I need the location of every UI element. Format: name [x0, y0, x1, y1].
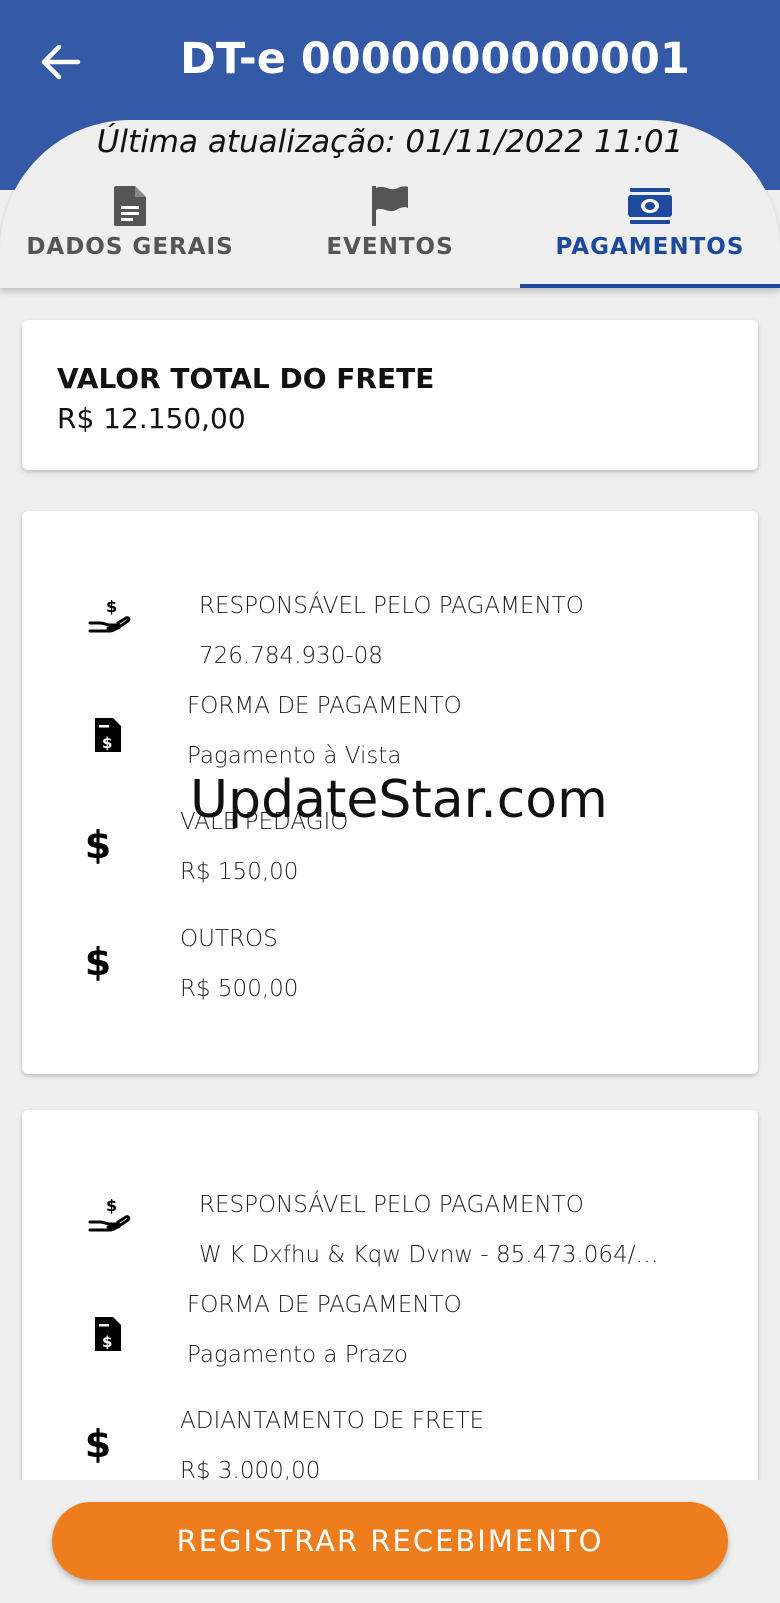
dollar-icon: $: [84, 1422, 112, 1466]
back-arrow-icon[interactable]: [36, 38, 84, 86]
payment-method-label: FORMA DE PAGAMENTO: [187, 1292, 462, 1318]
hand-money-icon: $: [86, 1192, 134, 1240]
watermark-text: UpdateStar.com: [190, 770, 608, 830]
document-icon: [112, 182, 148, 230]
register-receipt-button[interactable]: REGISTRAR RECEBIMENTO: [52, 1502, 728, 1580]
tab-dados-gerais[interactable]: DADOS GERAIS: [0, 180, 260, 288]
svg-text:$: $: [106, 1196, 117, 1215]
tab-bar: DADOS GERAIS EVENTOS PAGAMENTOS: [0, 180, 780, 288]
payment-item-value: R$ 500,00: [180, 976, 299, 1002]
tab-eventos[interactable]: EVENTOS: [260, 180, 520, 288]
tab-label: DADOS GERAIS: [26, 234, 234, 260]
page-title: DT-e 0000000000001: [180, 34, 690, 84]
invoice-icon: $: [84, 1310, 132, 1358]
flag-icon: [370, 182, 410, 230]
total-freight-title: VALOR TOTAL DO FRETE: [57, 362, 435, 395]
tab-pagamentos[interactable]: PAGAMENTOS: [520, 180, 780, 288]
payment-item-label: ADIANTAMENTO DE FRETE: [180, 1408, 485, 1434]
payment-method-value: Pagamento a Prazo: [187, 1342, 408, 1368]
payer-label: RESPONSÁVEL PELO PAGAMENTO: [199, 1192, 584, 1218]
bottom-bar: REGISTRAR RECEBIMENTO: [0, 1480, 780, 1603]
payer-value: 726.784.930-08: [199, 643, 383, 669]
invoice-icon: $: [84, 711, 132, 759]
dollar-icon: $: [84, 823, 112, 867]
svg-text:$: $: [106, 597, 117, 616]
payment-card: $ RESPONSÁVEL PELO PAGAMENTO W K Dxfhu &…: [22, 1110, 758, 1530]
tab-label: EVENTOS: [326, 234, 454, 260]
svg-text:$: $: [102, 1333, 112, 1351]
payment-method-value: Pagamento à Vista: [187, 743, 402, 769]
payer-value: W K Dxfhu & Kqw Dvnw - 85.473.064/0001-0…: [199, 1242, 669, 1268]
money-icon: [626, 182, 674, 230]
payment-item-label: OUTROS: [180, 926, 278, 952]
payment-item-value: R$ 150,00: [180, 859, 299, 885]
total-freight-card: VALOR TOTAL DO FRETE R$ 12.150,00: [22, 320, 758, 470]
active-tab-indicator: [520, 284, 780, 288]
hand-money-icon: $: [86, 593, 134, 641]
total-freight-value: R$ 12.150,00: [57, 402, 246, 435]
payer-label: RESPONSÁVEL PELO PAGAMENTO: [199, 593, 584, 619]
dollar-icon: $: [84, 940, 112, 984]
svg-text:$: $: [102, 734, 112, 752]
tab-label: PAGAMENTOS: [555, 234, 745, 260]
payment-method-label: FORMA DE PAGAMENTO: [187, 693, 462, 719]
header-panel: Última atualização: 01/11/2022 11:01 DAD…: [0, 120, 780, 288]
last-update-text: Última atualização: 01/11/2022 11:01: [96, 124, 684, 160]
